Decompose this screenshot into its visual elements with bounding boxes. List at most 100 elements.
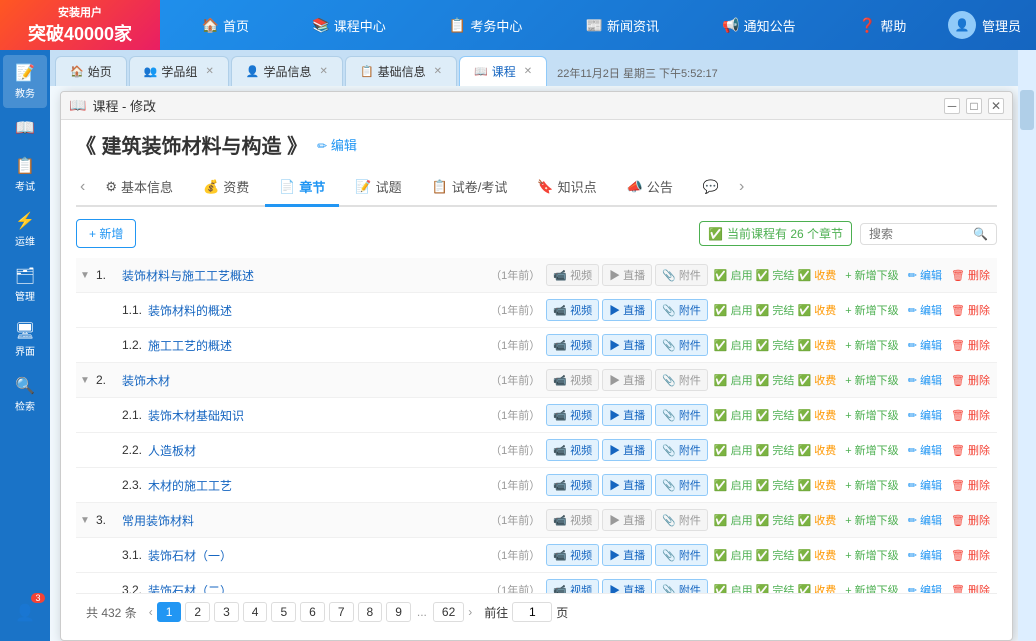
tab-home[interactable]: 🏠 始页 bbox=[55, 56, 127, 86]
nav-home[interactable]: 🏠 首页 bbox=[194, 12, 257, 39]
tab-xuepinxinxi-close[interactable]: ✕ bbox=[320, 66, 328, 77]
add-sub-button[interactable]: + 新增下级 bbox=[842, 441, 901, 459]
delete-row-button[interactable]: 🗑 删除 bbox=[948, 581, 993, 593]
delete-row-button[interactable]: 🗑 删除 bbox=[948, 301, 993, 319]
live-button[interactable]: ▶ 直播 bbox=[602, 509, 652, 531]
add-sub-button[interactable]: + 新增下级 bbox=[842, 336, 901, 354]
tab-xuepinzu-close[interactable]: ✕ bbox=[205, 66, 213, 77]
edit-row-button[interactable]: ✏ 编辑 bbox=[905, 546, 945, 564]
live-button[interactable]: ▶ 直播 bbox=[602, 439, 652, 461]
complete-status[interactable]: ✅ 完结 bbox=[756, 442, 795, 458]
nav-exam[interactable]: 📋 考务中心 bbox=[441, 12, 530, 39]
chapter-name[interactable]: 木材的施工工艺 bbox=[148, 477, 478, 494]
add-chapter-button[interactable]: + 新增 bbox=[76, 219, 136, 248]
video-button[interactable]: 📹 视频 bbox=[546, 579, 599, 593]
sidebar-item-jiaowu[interactable]: 📝 教务 bbox=[3, 55, 47, 108]
edit-row-button[interactable]: ✏ 编辑 bbox=[905, 371, 945, 389]
enable-status[interactable]: ✅ 启用 bbox=[714, 302, 753, 318]
tab-xuepinxinxi[interactable]: 👤 学品信息 ✕ bbox=[231, 56, 343, 86]
complete-status[interactable]: ✅ 完结 bbox=[756, 337, 795, 353]
sidebar-item-jiansuo[interactable]: 🔍 检索 bbox=[3, 368, 47, 421]
live-button[interactable]: ▶ 直播 bbox=[602, 334, 652, 356]
complete-status[interactable]: ✅ 完结 bbox=[756, 477, 795, 493]
chapter-search-input[interactable] bbox=[869, 227, 969, 241]
tab-gonggao[interactable]: 📣 公告 bbox=[613, 169, 687, 207]
video-button[interactable]: 📹 视频 bbox=[546, 369, 599, 391]
sidebar-item-yunwei[interactable]: ⚡ 运维 bbox=[3, 203, 47, 256]
page-button-2[interactable]: 2 bbox=[185, 602, 210, 622]
tab-kecheng-close[interactable]: ✕ bbox=[524, 66, 532, 77]
enable-status[interactable]: ✅ 启用 bbox=[714, 267, 753, 283]
chapter-search-box[interactable]: 🔍 bbox=[860, 223, 997, 245]
tab-xuepinzu[interactable]: 👥 学品组 ✕ bbox=[129, 56, 229, 86]
edit-row-button[interactable]: ✏ 编辑 bbox=[905, 581, 945, 593]
edit-row-button[interactable]: ✏ 编辑 bbox=[905, 511, 945, 529]
add-sub-button[interactable]: + 新增下级 bbox=[842, 476, 901, 494]
chapter-name[interactable]: 人造板材 bbox=[148, 442, 478, 459]
toggle-icon[interactable]: ▼ bbox=[80, 515, 90, 526]
add-sub-button[interactable]: + 新增下级 bbox=[842, 511, 901, 529]
edit-button[interactable]: ✏ 编辑 bbox=[317, 135, 357, 154]
complete-status[interactable]: ✅ 完结 bbox=[756, 372, 795, 388]
chapter-name[interactable]: 装饰石材（一） bbox=[148, 547, 478, 564]
edit-row-button[interactable]: ✏ 编辑 bbox=[905, 476, 945, 494]
live-button[interactable]: ▶ 直播 bbox=[602, 544, 652, 566]
video-button[interactable]: 📹 视频 bbox=[546, 334, 599, 356]
page-button-6[interactable]: 6 bbox=[300, 602, 325, 622]
fee-status[interactable]: ✅ 收费 bbox=[797, 512, 836, 528]
page-next-arrow[interactable]: › bbox=[468, 605, 472, 619]
sidebar-item-jiemian[interactable]: 🖥 界面 bbox=[3, 313, 47, 366]
sidebar-item-guanli[interactable]: 🗂 管理 bbox=[3, 258, 47, 311]
edit-row-button[interactable]: ✏ 编辑 bbox=[905, 336, 945, 354]
tab-jichuxinxi[interactable]: 📋 基础信息 ✕ bbox=[345, 56, 457, 86]
video-button[interactable]: 📹 视频 bbox=[546, 509, 599, 531]
edit-row-button[interactable]: ✏ 编辑 bbox=[905, 406, 945, 424]
complete-status[interactable]: ✅ 完结 bbox=[756, 512, 795, 528]
tab-kecheng[interactable]: 📖 课程 ✕ bbox=[459, 56, 547, 86]
sidebar-item-badge[interactable]: 👤 3 bbox=[3, 595, 47, 631]
page-button-7[interactable]: 7 bbox=[329, 602, 354, 622]
tab-zifei[interactable]: 💰 资费 bbox=[189, 169, 263, 207]
nav-news[interactable]: 📰 新闻资讯 bbox=[578, 12, 667, 39]
chapter-name[interactable]: 施工工艺的概述 bbox=[148, 337, 478, 354]
modal-maximize-button[interactable]: □ bbox=[966, 98, 982, 114]
delete-row-button[interactable]: 🗑 删除 bbox=[948, 476, 993, 494]
tab-jichuxinxi-close[interactable]: ✕ bbox=[434, 66, 442, 77]
add-sub-button[interactable]: + 新增下级 bbox=[842, 581, 901, 593]
live-button[interactable]: ▶ 直播 bbox=[602, 264, 652, 286]
enable-status[interactable]: ✅ 启用 bbox=[714, 547, 753, 563]
fee-status[interactable]: ✅ 收费 bbox=[797, 372, 836, 388]
toggle-icon[interactable]: ▼ bbox=[80, 375, 90, 386]
tab-shiti[interactable]: 📝 试题 bbox=[341, 169, 415, 207]
edit-row-button[interactable]: ✏ 编辑 bbox=[905, 266, 945, 284]
delete-row-button[interactable]: 🗑 删除 bbox=[948, 511, 993, 529]
page-button-5[interactable]: 5 bbox=[271, 602, 296, 622]
attach-button[interactable]: 📎 附件 bbox=[655, 439, 708, 461]
add-sub-button[interactable]: + 新增下级 bbox=[842, 371, 901, 389]
sidebar-item-book[interactable]: 📖 bbox=[3, 110, 47, 146]
page-button-4[interactable]: 4 bbox=[243, 602, 268, 622]
add-sub-button[interactable]: + 新增下级 bbox=[842, 266, 901, 284]
attach-button[interactable]: 📎 附件 bbox=[655, 369, 708, 391]
video-button[interactable]: 📹 视频 bbox=[546, 299, 599, 321]
chapter-name[interactable]: 装饰材料的概述 bbox=[148, 302, 478, 319]
page-button-1[interactable]: 1 bbox=[157, 602, 182, 622]
nav-help[interactable]: ❓ 帮助 bbox=[851, 12, 914, 39]
live-button[interactable]: ▶ 直播 bbox=[602, 404, 652, 426]
fee-status[interactable]: ✅ 收费 bbox=[797, 582, 836, 593]
live-button[interactable]: ▶ 直播 bbox=[602, 369, 652, 391]
page-button-8[interactable]: 8 bbox=[358, 602, 383, 622]
enable-status[interactable]: ✅ 启用 bbox=[714, 407, 753, 423]
chapter-name[interactable]: 装饰材料与施工工艺概述 bbox=[122, 267, 478, 284]
tab-comment[interactable]: 💬 bbox=[689, 171, 733, 206]
delete-row-button[interactable]: 🗑 删除 bbox=[948, 371, 993, 389]
add-sub-button[interactable]: + 新增下级 bbox=[842, 301, 901, 319]
delete-row-button[interactable]: 🗑 删除 bbox=[948, 336, 993, 354]
fee-status[interactable]: ✅ 收费 bbox=[797, 477, 836, 493]
modal-close-button[interactable]: ✕ bbox=[988, 98, 1004, 114]
attach-button[interactable]: 📎 附件 bbox=[655, 334, 708, 356]
page-prev-arrow[interactable]: ‹ bbox=[149, 605, 153, 619]
delete-row-button[interactable]: 🗑 删除 bbox=[948, 546, 993, 564]
complete-status[interactable]: ✅ 完结 bbox=[756, 267, 795, 283]
live-button[interactable]: ▶ 直播 bbox=[602, 474, 652, 496]
